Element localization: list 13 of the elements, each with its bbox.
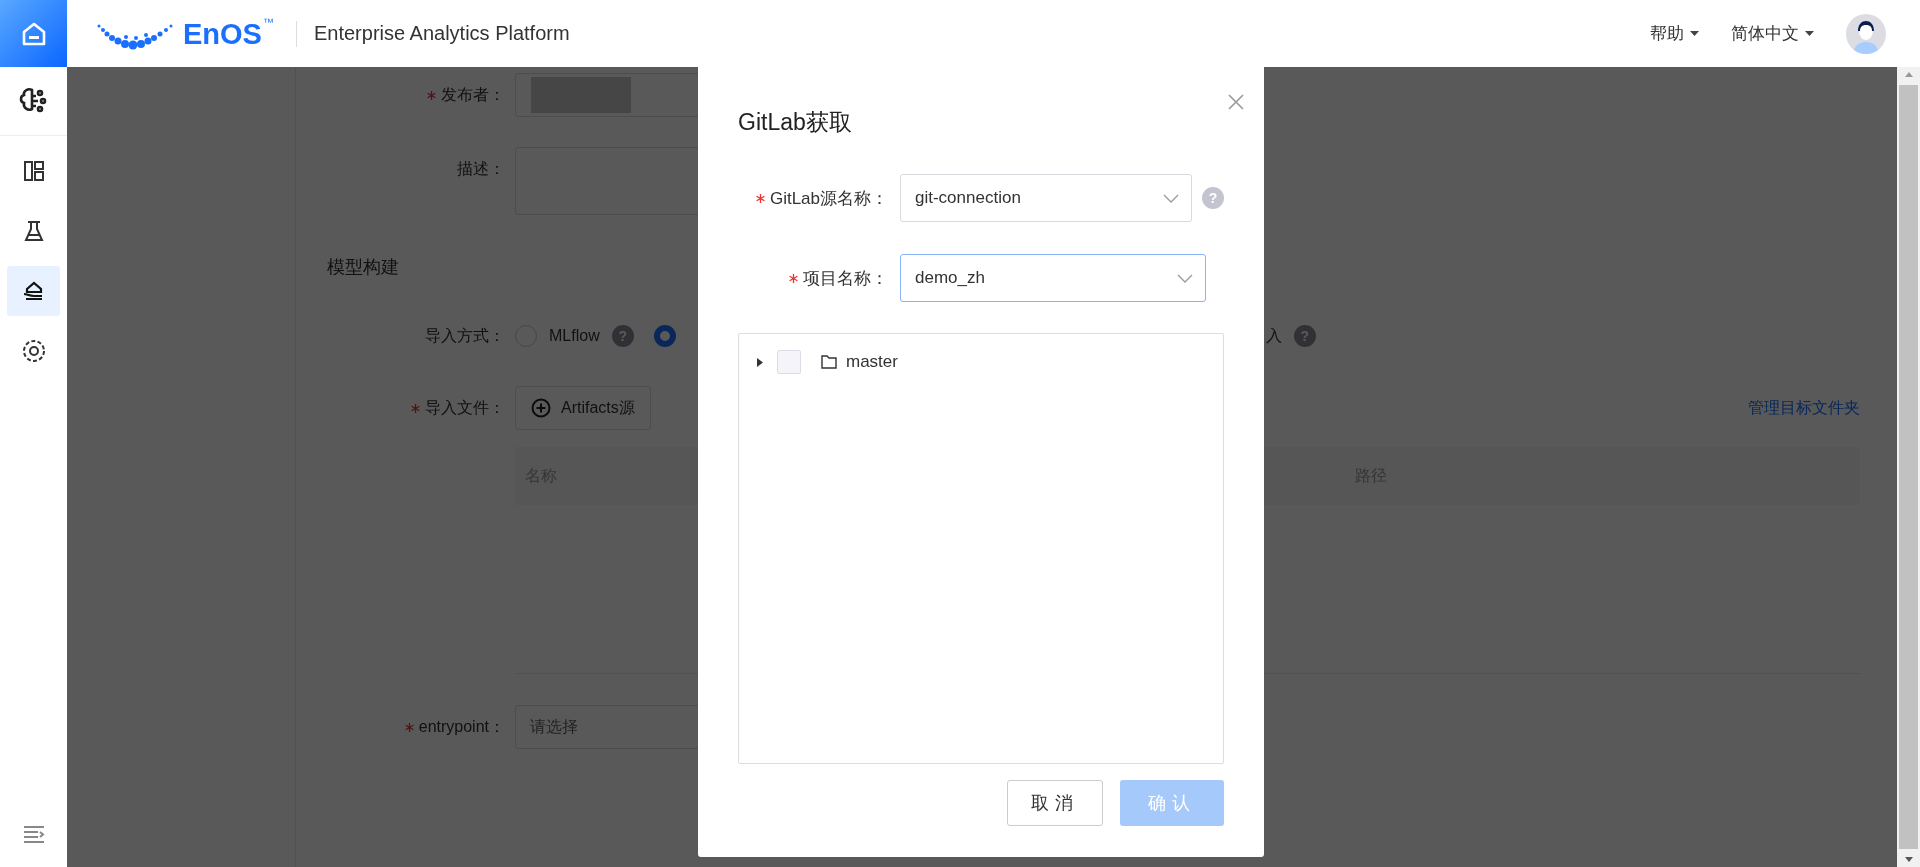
field-label: 导入文件：	[425, 397, 505, 418]
field-label: 描述：	[457, 158, 505, 179]
field-label: 发布者：	[441, 84, 505, 105]
option-label: 入	[1265, 325, 1282, 346]
field-label: 导入方式：	[425, 325, 505, 346]
field-label: GitLab源名称：	[769, 187, 888, 210]
field-label: entrypoint：	[418, 716, 505, 737]
modal-title: GitLab获取	[738, 108, 853, 137]
section-title: 模型构建	[327, 256, 399, 279]
logo-text: EnOS	[183, 16, 262, 52]
trademark-mark: ™	[262, 15, 274, 28]
field-label: 项目名称：	[803, 267, 888, 290]
app-title: Enterprise Analytics Platform	[313, 22, 570, 45]
